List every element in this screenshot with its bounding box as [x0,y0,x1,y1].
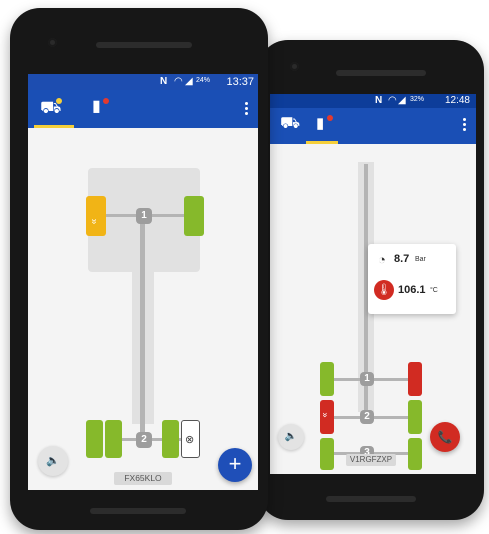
active-tab-indicator [306,141,338,144]
more-vert-icon[interactable] [245,102,248,117]
phone-left-screen: N ◠ ◢ 24% 13:37 ⛟ ▮ » 1 ⊗ 2 🔈 FX65KLO + [28,74,258,490]
alert-dot-icon [327,115,333,121]
axle-hub-front: 1 [136,208,152,224]
wheel-2-left[interactable]: » [320,400,334,434]
sensor-popup: ◔ 8.7 Bar 🌡 106.1 °C [368,244,456,314]
truck-status-icon[interactable]: ⛟ [280,116,300,132]
status-bar: N ◠ ◢ 32% 12:48 [270,94,476,108]
chassis-spine [140,210,145,446]
more-vert-icon[interactable] [463,118,466,133]
alert-dot-icon [103,98,109,104]
wheel-3-left[interactable] [320,438,334,470]
bottom-speaker [90,508,186,514]
wheel-1-left[interactable] [320,362,334,396]
license-plate: FX65KLO [114,472,172,485]
thermometer-icon: 🌡 [374,280,394,300]
status-dot-icon [56,98,62,104]
volume-icon: 🔈 [284,431,298,442]
clock: 12:48 [444,95,470,106]
phone-call-icon: 📞 [437,430,453,444]
battery-percent: 32% [410,96,425,103]
earpiece-speaker [96,42,192,48]
active-tab-indicator [34,125,74,128]
earpiece-speaker [336,70,426,76]
temperature-value: 106.1 [398,284,426,296]
front-camera [48,38,57,47]
bottom-speaker [326,496,416,502]
pressure-value: 8.7 [394,253,410,265]
no-sensor-icon: ⊗ [185,434,195,446]
app-bar: ⛟ ▮ [270,108,476,144]
clock: 13:37 [226,76,254,88]
trailer-alert-icon[interactable]: ▮ [92,99,101,115]
wheel-3-right[interactable] [408,438,422,470]
warning-icon: » [320,412,331,418]
rear-wheel-right-outer[interactable]: ⊗ [181,420,200,458]
wheel-1-right[interactable] [408,362,422,396]
sound-button[interactable]: 🔈 [278,424,304,450]
phone-left: N ◠ ◢ 24% 13:37 ⛟ ▮ » 1 ⊗ 2 🔈 FX65KLO + [10,8,268,530]
temperature-unit: °C [430,287,438,294]
battery-percent: 24% [196,77,211,84]
volume-icon: 🔈 [46,455,60,467]
front-wheel-right[interactable] [184,196,204,236]
rear-wheel-right-inner[interactable] [162,420,179,458]
sound-button[interactable]: 🔈 [38,446,68,476]
trailer-alert-icon[interactable]: ▮ [316,116,324,131]
network-indicator: N [375,95,383,106]
add-button[interactable]: + [218,448,252,482]
axle-hub-rear: 2 [136,432,152,448]
front-wheel-left[interactable]: » [86,196,106,236]
phone-right: N ◠ ◢ 32% 12:48 ⛟ ▮ ◔ 8.7 Bar 🌡 106.1 °C [258,40,484,520]
axle-hub-1: 1 [360,372,374,386]
status-bar: N ◠ ◢ 24% 13:37 [28,74,258,90]
warning-icon: » [88,218,100,225]
front-camera [290,62,299,71]
gauge-icon: ◔ [378,252,386,267]
call-button[interactable]: 📞 [430,422,460,452]
wifi-icon: ◠ [174,76,183,87]
app-bar: ⛟ ▮ [28,90,258,128]
add-icon: + [228,451,242,476]
phone-right-screen: N ◠ ◢ 32% 12:48 ⛟ ▮ ◔ 8.7 Bar 🌡 106.1 °C [270,94,476,474]
signal-icon: ◢ [398,95,406,106]
network-indicator: N [160,76,168,87]
pressure-unit: Bar [415,256,426,263]
wifi-icon: ◠ [388,95,397,106]
license-plate: V1RGFZXP [346,454,396,466]
signal-icon: ◢ [185,76,193,87]
axle-hub-2: 2 [360,410,374,424]
rear-wheel-left-outer[interactable] [86,420,103,458]
wheel-2-right[interactable] [408,400,422,434]
rear-wheel-left-inner[interactable] [105,420,122,458]
